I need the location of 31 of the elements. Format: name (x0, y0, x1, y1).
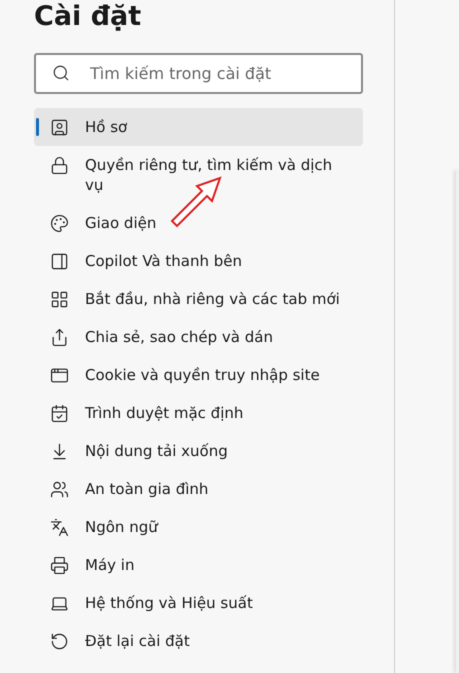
menu-item[interactable]: Chia sẻ, sao chép và dán (34, 318, 363, 356)
palette-icon (50, 214, 69, 233)
menu-item[interactable]: Hồ sơ (34, 108, 363, 146)
grid-icon (50, 290, 69, 309)
reset-icon (50, 632, 69, 651)
printer-icon (50, 556, 69, 575)
people-icon (50, 480, 69, 499)
menu-item[interactable]: Trình duyệt mặc định (34, 394, 363, 432)
menu-item[interactable]: Nội dung tải xuống (34, 432, 363, 470)
search-field[interactable]: Tìm kiếm trong cài đặt (34, 53, 363, 94)
search-icon (52, 64, 70, 82)
language-icon (50, 518, 69, 537)
calendar-check-icon (50, 404, 69, 423)
share-icon (50, 328, 69, 347)
menu-item[interactable]: Cookie và quyền truy nhập site (34, 356, 363, 394)
menu-item[interactable]: Giao diện (34, 204, 363, 242)
arrow-drawing (170, 176, 222, 228)
menu-item[interactable]: Quyền riêng tư, tìm kiếm và dịch vụ (34, 146, 363, 204)
menu-item[interactable]: An toàn gia đình (34, 470, 363, 508)
lock-icon (50, 156, 69, 175)
menu-item[interactable]: Ngôn ngữ (34, 508, 363, 546)
selection-indicator (36, 118, 39, 136)
sidebar-panel-icon (50, 252, 69, 271)
menu-item[interactable]: Máy in (34, 546, 363, 584)
browser-window-icon (50, 366, 69, 385)
page-title: Cài đặt (34, 0, 142, 34)
profile-icon (50, 118, 69, 137)
menu-item[interactable]: Copilot Và thanh bên (34, 242, 363, 280)
menu-item[interactable]: Bắt đầu, nhà riêng và các tab mới (34, 280, 363, 318)
menu-item[interactable]: Hệ thống và Hiệu suất (34, 584, 363, 622)
menu-item[interactable]: Đặt lại cài đặt (34, 622, 363, 660)
